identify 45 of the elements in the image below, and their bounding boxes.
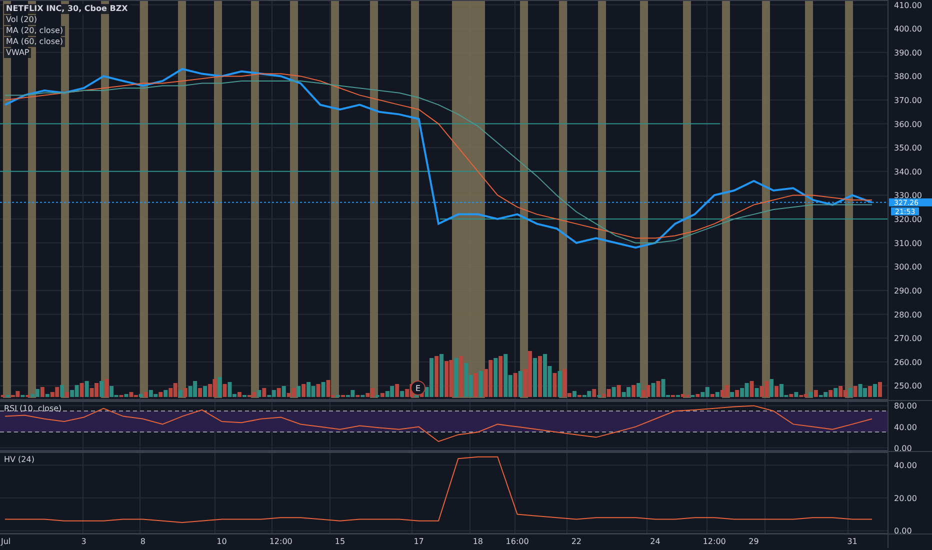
price-axis-label: 290.00 [894, 286, 922, 296]
time-axis-label: 17 [414, 537, 424, 546]
indicator-label[interactable]: MA (60, close) [4, 37, 66, 47]
indicator-label[interactable]: VWAP [4, 48, 32, 58]
indicator-label[interactable]: Vol (20) [4, 15, 39, 25]
pane-label: HV (24) [4, 455, 34, 464]
time-axis-label: 12:00 [702, 537, 726, 546]
time-axis-label: 18 [472, 537, 483, 546]
time-axis-label: 10 [216, 537, 227, 546]
time-axis-label: 24 [650, 537, 660, 546]
time-axis-label: 3 [81, 537, 86, 546]
price-axis-label: 310.00 [894, 238, 922, 248]
price-axis-label: 250.00 [894, 382, 922, 391]
price-axis-label: 300.00 [894, 262, 922, 272]
time-axis-label: 15 [334, 537, 346, 546]
time-axis-label: 12:00 [269, 537, 292, 546]
hv-axis-label: 20.00 [894, 494, 917, 503]
time-axis-label: Jul [1, 537, 11, 546]
price-axis-label: 320.00 [894, 215, 922, 224]
hv-axis-label: 40.00 [894, 461, 917, 470]
price-axis-label: 360.00 [894, 120, 922, 129]
price-axis-label: 410.00 [894, 0, 922, 10]
price-axis-label: 400.00 [894, 24, 922, 34]
price-axis-label: 340.00 [894, 167, 922, 176]
time-axis-label: 22 [571, 537, 582, 546]
price-axis-label: 350.00 [894, 144, 922, 153]
price-axis-label: 390.00 [894, 48, 922, 58]
time-axis-label: 31 [847, 537, 858, 546]
rsi-axis-label: 40.00 [894, 422, 917, 432]
price-axis-label: 280.00 [894, 310, 922, 320]
pane-label: RSI (10, close) [4, 404, 62, 413]
symbol-title: NETFLIX INC, 30, Cboe BZX [4, 4, 130, 14]
earnings-marker: E [410, 380, 426, 396]
time-axis-label: 29 [748, 537, 759, 546]
price-axis-label: 260.00 [894, 358, 922, 367]
time-axis-label: 16:00 [506, 537, 529, 546]
time-axis-label: 8 [140, 537, 146, 546]
price-axis-label: 270.00 [894, 334, 922, 344]
hv-axis-label: 0.00 [894, 526, 912, 536]
price-axis-label: 380.00 [894, 72, 922, 82]
price-axis-label: 330.00 [894, 191, 922, 200]
indicator-label[interactable]: MA (20, close) [4, 26, 66, 36]
rsi-axis-label: 80.00 [894, 402, 917, 411]
rsi-axis-label: 0.00 [894, 444, 912, 451]
price-axis-label: 370.00 [894, 96, 922, 105]
